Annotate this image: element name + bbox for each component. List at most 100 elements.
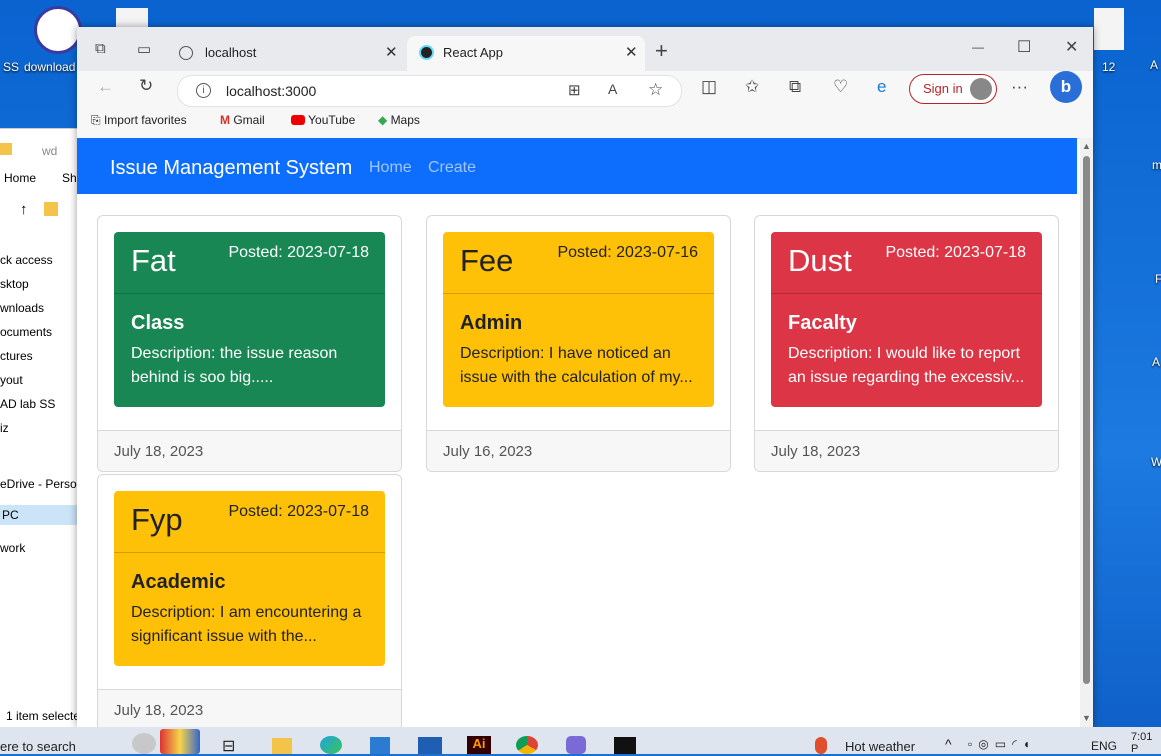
desktop-icon-label: SS [3,60,20,74]
illustrator-icon[interactable]: Ai [467,736,491,754]
close-window-button[interactable]: ✕ [1065,37,1078,57]
card-footer: July 18, 2023 [98,430,401,471]
more-menu-icon[interactable]: ··· [1011,77,1028,97]
desktop-icon-a[interactable]: A [1150,58,1161,74]
store-icon[interactable] [370,737,390,754]
app-available-icon[interactable]: ⊞ [568,81,581,99]
bing-copilot-icon[interactable]: b [1050,71,1082,103]
nav-item[interactable]: ctures [0,349,33,363]
task-view-icon[interactable]: ⊟ [222,736,235,756]
workspaces-icon[interactable]: ⧉ [95,40,106,57]
refresh-icon[interactable]: ↻ [139,76,153,96]
edge-letter: F [1155,272,1161,286]
search-hint[interactable]: wd [42,144,57,158]
issue-title: Fat [131,243,176,278]
search-highlight-icon[interactable] [132,733,156,754]
tray-chevron-icon[interactable]: ^ [945,736,952,752]
nav-item[interactable]: sktop [0,277,29,291]
footer-date: July 18, 2023 [771,443,861,460]
tray-icons[interactable]: ▫◎▭◜◖ [968,737,1036,751]
nav-item-this-pc[interactable]: PC [0,505,82,525]
up-arrow-icon[interactable]: ↑ [20,201,28,218]
page-content: Issue Management System Home Create Fat … [77,138,1077,727]
clock-time[interactable]: 7:01 P [1131,731,1161,755]
new-tab-button[interactable]: + [655,38,668,64]
close-tab-icon[interactable]: ✕ [385,43,398,61]
edge-taskbar-icon[interactable] [320,736,342,754]
card-header: Fyp Posted: 2023-07-18 [114,491,385,553]
nav-item[interactable]: work [0,541,25,555]
issue-card-body[interactable]: Fat Posted: 2023-07-18 Class Description… [114,232,385,407]
issue-card-body[interactable]: Dust Posted: 2023-07-18 Facalty Descript… [771,232,1042,407]
favorite-maps[interactable]: ◆ Maps [378,113,420,127]
issue-category: Class [131,312,185,334]
issue-category: Admin [460,312,523,334]
tab-bar: ⧉ ▭ localhost ✕ React App ✕ + — ☐ ✕ [77,27,1093,71]
maximize-button[interactable]: ☐ [1017,37,1031,57]
split-screen-icon[interactable]: ◫ [701,77,717,97]
navbar-brand[interactable]: Issue Management System [110,157,352,180]
language-indicator[interactable]: ENG [1091,739,1117,753]
posted-date: Posted: 2023-07-18 [885,244,1026,261]
scroll-down-arrow-icon[interactable]: ▼ [1082,713,1091,723]
footer-date: July 18, 2023 [114,443,204,460]
file-explorer-icon[interactable] [272,738,292,754]
nav-link-create[interactable]: Create [428,159,476,177]
favorite-label: YouTube [308,113,356,127]
chrome-icon[interactable] [516,736,538,754]
issue-description: Description: I would like to report an i… [788,345,1025,386]
ribbon-tab-home[interactable]: Home [4,171,36,185]
desktop-icon-download[interactable]: download [24,6,82,74]
scroll-thumb[interactable] [1083,156,1090,684]
desktop-edge-text: m [1152,158,1161,172]
nav-item[interactable]: yout [0,373,23,387]
browser-toolbar: ← ↻ i localhost:3000 ⊞ A ☆ ◫ ✩ ⧉ ♡ e Sig… [77,71,1093,107]
favorites-icon[interactable]: ✩ [745,77,759,97]
nav-item[interactable]: ck access [0,253,53,267]
posted-date: Posted: 2023-07-16 [557,244,698,261]
minimize-button[interactable]: — [972,40,984,54]
card-footer: July 16, 2023 [427,430,730,471]
url-text: localhost:3000 [226,83,317,99]
nav-item[interactable]: ocuments [0,325,52,339]
taskbar: ere to search ⊟ Ai Hot weather ^ ▫◎▭◜◖ E… [0,727,1161,756]
copilot-app-icon[interactable] [566,736,586,754]
scroll-up-arrow-icon[interactable]: ▲ [1082,141,1091,151]
medal-icon [160,729,200,754]
issue-card-body[interactable]: Fee Posted: 2023-07-16 Admin Description… [443,232,714,407]
edge-icon[interactable]: e [877,77,886,97]
tab-react-app[interactable]: React App ✕ [407,36,645,71]
taskbar-search[interactable]: ere to search [0,739,76,754]
file-explorer-window: wd Home Sh ↑ ck access sktop wnloads ocu… [0,128,90,729]
address-bar[interactable]: i localhost:3000 ⊞ A ☆ [177,75,682,107]
sign-in-button[interactable]: Sign in [909,74,997,104]
footer-date: July 16, 2023 [443,443,533,460]
posted-date: Posted: 2023-07-18 [228,244,369,261]
favorite-import[interactable]: ⎘ Import favorites [91,113,187,128]
back-arrow-icon[interactable]: ← [97,77,114,97]
favorite-star-icon[interactable]: ☆ [648,80,663,100]
desktop-icon-12[interactable]: 12 [1092,8,1128,74]
nav-item[interactable]: wnloads [0,301,44,315]
weather-text[interactable]: Hot weather [845,739,915,754]
favorite-gmail[interactable]: M Gmail [220,113,265,127]
read-aloud-icon[interactable]: A [608,81,617,97]
collections-icon[interactable]: ⧉ [789,77,801,97]
nav-item[interactable]: AD lab SS [0,397,55,411]
terminal-icon[interactable] [614,737,636,754]
browser-essentials-icon[interactable]: ♡ [833,77,848,97]
tab-localhost[interactable]: localhost ✕ [169,36,401,71]
mail-icon[interactable] [418,737,442,754]
nav-link-home[interactable]: Home [369,159,412,177]
page-scrollbar[interactable]: ▲ ▼ [1080,138,1093,727]
issue-description: Description: I have noticed an issue wit… [460,345,693,386]
card-header: Fee Posted: 2023-07-16 [443,232,714,294]
favorite-youtube[interactable]: YouTube [291,113,355,127]
desktop-icon-label: 12 [1102,60,1116,74]
favorite-label: Gmail [233,113,265,127]
issue-card-body[interactable]: Fyp Posted: 2023-07-18 Academic Descript… [114,491,385,666]
ribbon-tab-share[interactable]: Sh [62,171,77,185]
nav-item[interactable]: iz [0,421,9,435]
close-tab-icon[interactable]: ✕ [625,43,638,61]
tab-actions-icon[interactable]: ▭ [137,40,151,58]
